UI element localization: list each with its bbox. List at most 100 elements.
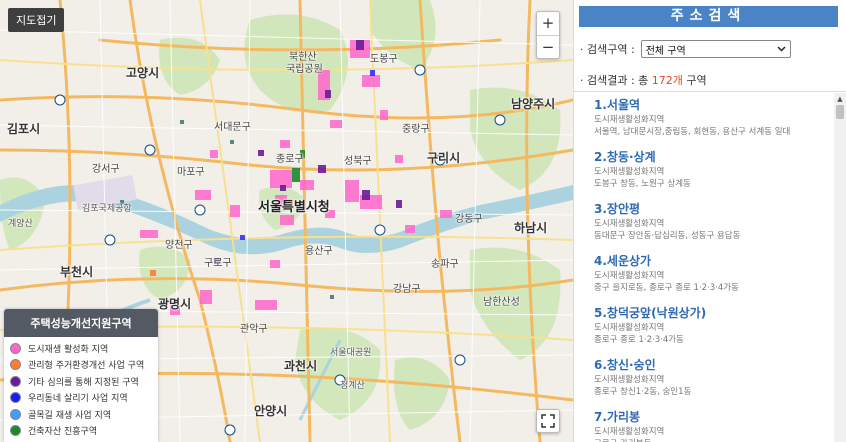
map-label-namyangju: 남양주시 [511, 97, 556, 111]
result-item-name[interactable]: 7.가리봉 [594, 409, 834, 426]
legend-item: 도시재생 활성화 지역 [10, 340, 152, 357]
map-label-gimpo-airport: 김포국제공항 [82, 204, 132, 214]
result-list-item[interactable]: 7.가리봉도시재생활성화지역구로구 가리봉동 [574, 405, 834, 442]
result-item-area: 서울역, 남대문시장,중림동, 회현동, 용산구 서계동 일대 [594, 127, 791, 137]
map-label-gangnam: 강남구 [393, 284, 421, 295]
legend-item: 관리형 주거환경개선 사업 구역 [10, 357, 152, 374]
panel-title: 주소검색 [579, 6, 838, 27]
app-root: 고양시 김포시 부천시 광명시 과천시 안양시 구리시 남양주시 하남시 서울특… [0, 0, 846, 442]
map-label-cheonggye: 청계산 [340, 381, 365, 391]
filter-row: · 검색구역 : 전체 구역 [580, 40, 791, 58]
map-label-songpa: 송파구 [431, 259, 459, 270]
legend-items: 도시재생 활성화 지역관리형 주거환경개선 사업 구역기타 심의를 통해 지정된… [4, 337, 158, 442]
result-item-name[interactable]: 2.창동·상계 [594, 149, 834, 166]
map-label-gimpo: 김포시 [7, 122, 41, 136]
result-item-category: 도시재생활성화지역 [594, 271, 665, 281]
map-label-jungnang: 중랑구 [402, 124, 430, 135]
zoom-out-button[interactable]: − [537, 35, 559, 58]
map-view[interactable]: 고양시 김포시 부천시 광명시 과천시 안양시 구리시 남양주시 하남시 서울특… [0, 0, 573, 442]
legend-item-label: 골목길 재생 사업 지역 [28, 410, 112, 421]
result-item-area: 동대문구 장안동·답십리동, 성동구 용답동 [594, 231, 741, 241]
map-legend: 주택성능개선지원구역 도시재생 활성화 지역관리형 주거환경개선 사업 구역기타… [4, 309, 158, 442]
legend-item-label: 우리동네 살리기 사업 지역 [28, 394, 128, 405]
result-suffix: 구역 [682, 74, 707, 87]
map-label-seongnam: 남한산성 [483, 297, 520, 308]
map-label-seodaemun: 서대문구 [214, 122, 251, 133]
map-label-gangseo: 강서구 [92, 164, 120, 175]
result-summary: · 검색결과 : 총 172개 구역 [580, 72, 707, 88]
result-list: 1.서울역 도시재생활성화지역 서울역, 남대문시장,중림동, 회현동, 용산구 서… [574, 93, 834, 442]
map-label-goyang: 고양시 [126, 66, 160, 80]
legend-swatch-icon [10, 375, 21, 387]
result-item-category: 도시재생활성화지역 [594, 323, 665, 333]
result-item-category: 도시재생활성화지역 [594, 219, 665, 229]
result-item-name[interactable]: 5.창덕궁앞(낙원상가) [594, 305, 834, 322]
result-list-item[interactable]: 3.장안평 도시재생활성화지역동대문구 장안동·답십리동, 성동구 용답동 [574, 197, 834, 249]
result-item-category: 도시재생활성화지역 [594, 427, 665, 437]
legend-swatch-icon [10, 359, 21, 371]
result-item-category: 도시재생활성화지역 [594, 167, 665, 177]
map-label-gwacheon: 과천시 [284, 359, 318, 373]
legend-item: 골목길 재생 사업 지역 [10, 406, 152, 423]
result-item-area: 도봉구 창동, 노원구 상계동 [594, 179, 691, 189]
result-item-area: 중구 을지로동, 종로구 종로 1·2·3·4가동 [594, 283, 739, 293]
result-list-item[interactable]: 1.서울역 도시재생활성화지역서울역, 남대문시장,중림동, 회현동, 용산구 서… [574, 93, 834, 145]
result-item-area: 구로구 가리봉동 [594, 438, 834, 442]
panel-divider [574, 91, 846, 92]
result-prefix: · 검색결과 : 총 [580, 74, 652, 87]
map-toggle-button[interactable]: 지도접기 [8, 8, 65, 32]
result-list-item[interactable]: 6.창신·숭인 도시재생활성화지역종로구 창신1·2동, 숭인1동 [574, 353, 834, 405]
legend-swatch-icon [10, 425, 21, 437]
area-select[interactable]: 전체 구역 [640, 40, 791, 58]
map-label-bucheon: 부천시 [60, 265, 94, 279]
result-item-area: 종로구 창신1·2동, 숭인1동 [594, 387, 692, 397]
scroll-up-icon[interactable]: ▲ [834, 93, 846, 105]
result-list-item[interactable]: 4.세운상가 도시재생활성화지역중구 을지로동, 종로구 종로 1·2·3·4가동 [574, 249, 834, 301]
result-list-item[interactable]: 2.창동·상계 도시재생활성화지역도봉구 창동, 노원구 상계동 [574, 145, 834, 197]
legend-item-label: 기타 심의를 통해 지정된 구역 [28, 377, 139, 388]
result-item-name[interactable]: 1.서울역 [594, 97, 834, 114]
legend-swatch-icon [10, 342, 21, 354]
map-label-gangdong: 강동구 [455, 214, 483, 225]
map-label-gwangmyeong: 광명시 [158, 297, 192, 311]
zoom-control: + − [536, 11, 560, 59]
result-count: 172개 [651, 74, 683, 87]
chevron-down-icon [777, 46, 786, 52]
filter-label: · 검색구역 : [580, 43, 635, 56]
map-label-seoul: 서울특별시청 [258, 200, 330, 215]
map-label-seongbuk: 성북구 [344, 156, 372, 167]
result-item-name[interactable]: 6.창신·숭인 [594, 357, 834, 374]
map-label-gwanak: 관악구 [240, 324, 268, 335]
legend-title: 주택성능개선지원구역 [4, 309, 158, 337]
map-label-dobong: 도봉구 [370, 54, 398, 65]
scroll-thumb[interactable] [836, 105, 844, 119]
result-item-category: 도시재생활성화지역 [594, 115, 665, 125]
legend-item: 우리동네 살리기 사업 지역 [10, 390, 152, 407]
fullscreen-icon [541, 414, 555, 428]
result-item-area: 종로구 종로 1·2·3·4가동 [594, 335, 684, 345]
result-list-item[interactable]: 5.창덕궁앞(낙원상가) 도시재생활성화지역종로구 종로 1·2·3·4가동 [574, 301, 834, 353]
legend-item: 건축자산 진흥구역 [10, 423, 152, 440]
map-label-guri: 구리시 [427, 151, 461, 165]
area-select-value: 전체 구역 [645, 45, 686, 57]
map-label-hanam: 하남시 [514, 221, 548, 235]
result-item-name[interactable]: 4.세운상가 [594, 253, 834, 270]
legend-swatch-icon [10, 408, 21, 420]
result-list-scrollbar[interactable]: ▲ [834, 93, 846, 442]
legend-item-label: 관리형 주거환경개선 사업 구역 [28, 361, 145, 372]
map-label-yangcheon: 양천구 [165, 240, 193, 251]
legend-item-label: 건축자산 진흥구역 [28, 427, 98, 438]
result-item-name[interactable]: 3.장안평 [594, 201, 834, 218]
fullscreen-button[interactable] [536, 409, 560, 433]
map-label-anyang: 안양시 [254, 404, 288, 418]
legend-item-label: 도시재생 활성화 지역 [28, 344, 109, 355]
map-label-seoul-grand-park: 서울대공원 [330, 348, 372, 358]
result-item-category: 도시재생활성화지역 [594, 375, 665, 385]
map-label-gyeyang: 계양산 [8, 219, 33, 229]
address-search-panel: 주소검색 · 검색구역 : 전체 구역 · 검색결과 : 총 172개 구역 1… [573, 0, 846, 442]
map-label-mapo: 마포구 [177, 167, 205, 178]
map-label-yongsan: 용산구 [305, 246, 333, 257]
legend-swatch-icon [10, 392, 21, 404]
map-label-national-park: 국립공원 [286, 64, 323, 75]
zoom-in-button[interactable]: + [537, 12, 559, 35]
